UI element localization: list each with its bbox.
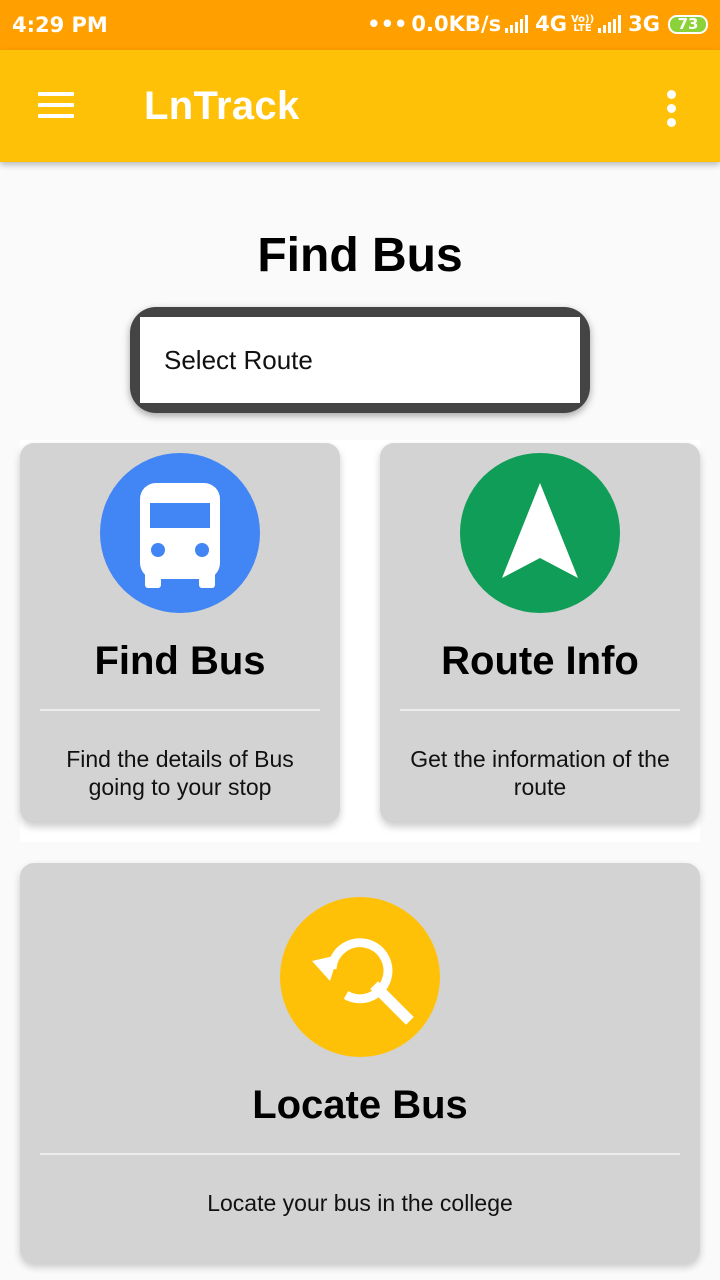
volte-icon: Vo)) LTE bbox=[571, 15, 594, 34]
battery-icon: 73 bbox=[668, 14, 708, 34]
card-title: Locate Bus bbox=[252, 1083, 468, 1127]
card-title: Route Info bbox=[441, 639, 639, 683]
navigation-arrow-icon bbox=[460, 453, 620, 613]
route-select-value: Select Route bbox=[140, 317, 580, 403]
route-info-card[interactable]: Route Info Get the information of the ro… bbox=[380, 443, 700, 823]
card-divider bbox=[40, 1153, 680, 1155]
signal-icon-2 bbox=[598, 15, 622, 33]
status-time: 4:29 PM bbox=[12, 13, 108, 37]
more-vert-icon[interactable] bbox=[652, 88, 692, 128]
network-speed: 0.0KB/s bbox=[411, 12, 502, 36]
card-divider bbox=[400, 709, 680, 711]
hamburger-menu-icon[interactable] bbox=[30, 88, 82, 124]
route-select-dropdown[interactable]: Select Route bbox=[130, 307, 590, 413]
app-title: LnTrack bbox=[144, 84, 300, 128]
card-description: Locate your bus in the college bbox=[207, 1190, 513, 1216]
battery-level: 73 bbox=[677, 15, 699, 33]
signal-icon bbox=[505, 15, 529, 33]
network-type-3g: 3G bbox=[628, 12, 660, 36]
card-description: Get the information of the route bbox=[410, 746, 670, 800]
card-title: Find Bus bbox=[94, 639, 266, 683]
status-indicators: ••• 0.0KB/s 4G Vo)) LTE 3G 73 bbox=[367, 12, 708, 36]
volte-bottom: LTE bbox=[573, 23, 592, 34]
locate-bus-card[interactable]: Locate Bus Locate your bus in the colleg… bbox=[20, 863, 700, 1263]
network-type-4g: 4G bbox=[535, 12, 567, 36]
bus-icon bbox=[100, 453, 260, 613]
card-description: Find the details of Bus going to your st… bbox=[66, 746, 294, 800]
find-bus-card[interactable]: Find Bus Find the details of Bus going t… bbox=[20, 443, 340, 823]
card-divider bbox=[40, 709, 320, 711]
search-refresh-icon bbox=[280, 897, 440, 1057]
app-bar: LnTrack bbox=[0, 50, 720, 162]
page-title: Find Bus bbox=[257, 229, 463, 282]
status-bar: 4:29 PM ••• 0.0KB/s 4G Vo)) LTE 3G 73 bbox=[0, 0, 720, 50]
more-dots-icon: ••• bbox=[367, 12, 408, 36]
